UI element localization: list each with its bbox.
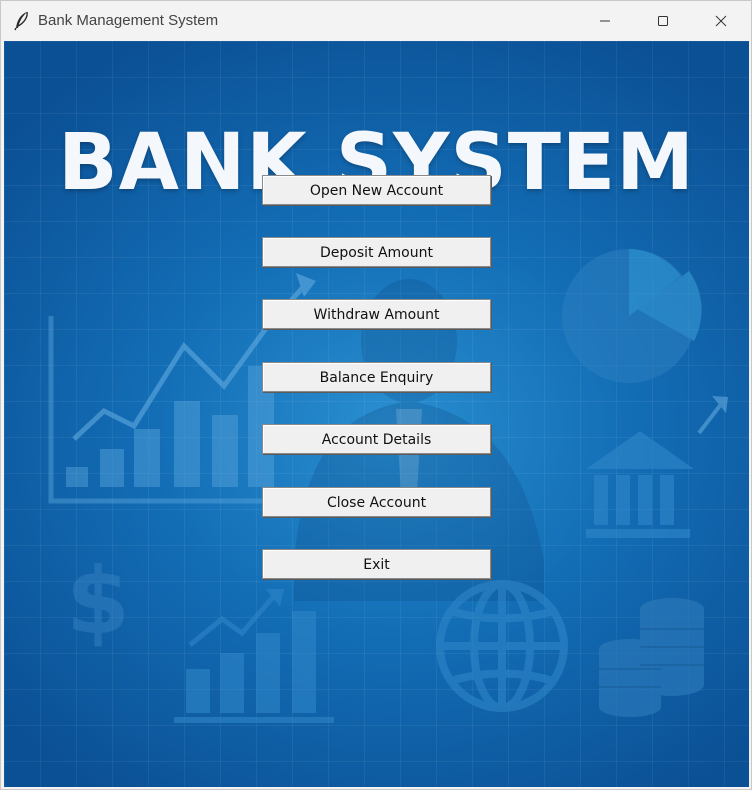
bank-building-icon: [586, 431, 694, 538]
feather-icon: [14, 11, 28, 31]
maximize-icon: [658, 16, 668, 26]
close-account-button[interactable]: Close Account: [262, 487, 491, 517]
app-window: Bank Management System $ BANK SYSTEM Ope…: [0, 0, 752, 790]
window-title: Bank Management System: [38, 12, 219, 29]
coin-stack-icon: [599, 598, 704, 717]
balance-enquiry-button[interactable]: Balance Enquiry: [262, 362, 491, 392]
dollar-sign-icon: $: [66, 548, 130, 655]
bar-chart-icon: [48, 316, 274, 504]
minimize-icon: [600, 20, 610, 22]
background-canvas: $ BANK SYSTEM Open New Account Deposit A…: [4, 41, 749, 787]
account-details-button[interactable]: Account Details: [262, 424, 491, 454]
close-button[interactable]: [692, 1, 750, 41]
open-new-account-button[interactable]: Open New Account: [262, 175, 491, 205]
close-icon: [715, 15, 727, 27]
exit-button[interactable]: Exit: [262, 549, 491, 579]
deposit-amount-button[interactable]: Deposit Amount: [262, 237, 491, 267]
pie-chart-icon: [562, 249, 702, 383]
arrow-up-right-icon: [697, 396, 728, 435]
maximize-button[interactable]: [634, 1, 692, 41]
title-bar[interactable]: Bank Management System: [1, 1, 751, 41]
globe-icon: [436, 580, 568, 712]
withdraw-amount-button[interactable]: Withdraw Amount: [262, 299, 491, 329]
lower-bar-chart-icon: [174, 589, 334, 723]
minimize-button[interactable]: [576, 1, 634, 41]
